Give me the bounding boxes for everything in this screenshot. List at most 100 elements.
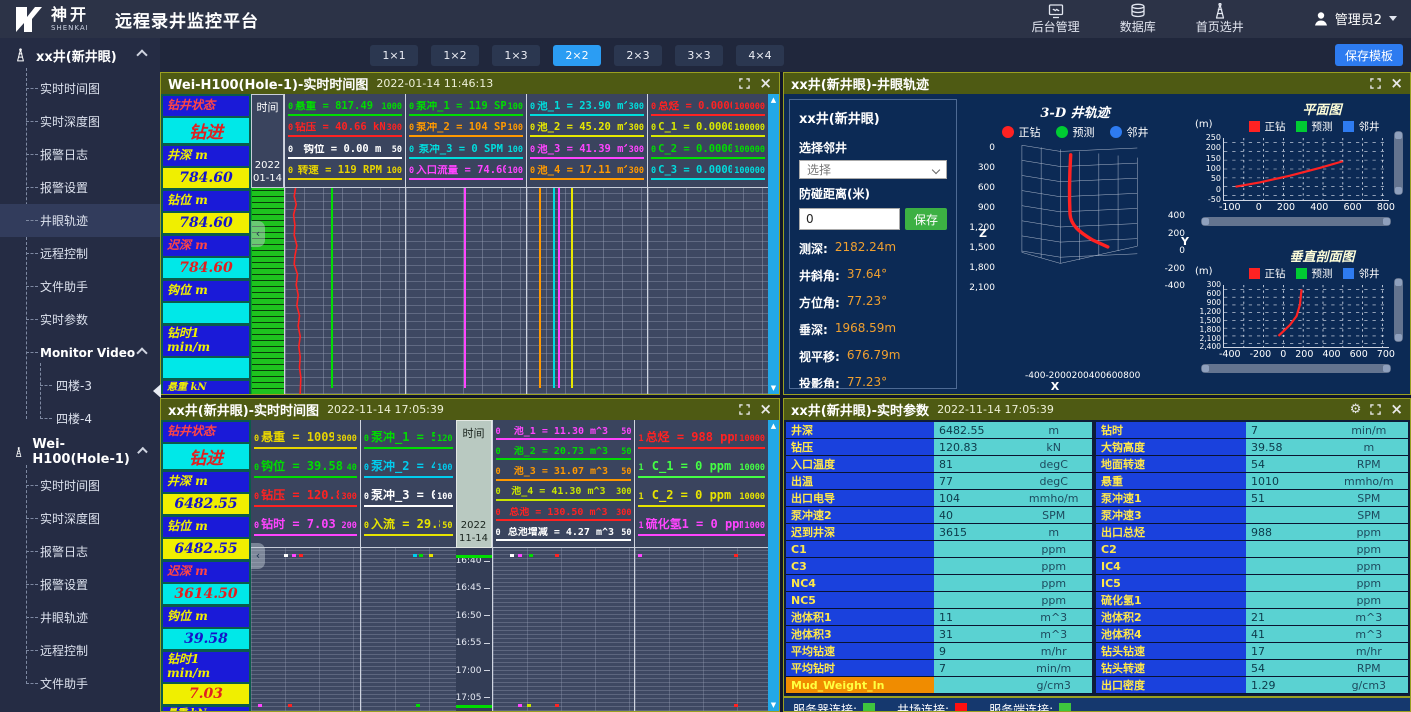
sidebar-subitem[interactable]: 四楼-4 xyxy=(0,402,160,435)
param-name-cell: 大钩高度 xyxy=(1096,439,1246,456)
layout-button[interactable]: 1×1 xyxy=(370,45,418,66)
sidebar-subitems: 四楼-3 四楼-4 xyxy=(0,369,160,435)
trajectory-info: xx井(新井眼) 选择邻井 选择 防碰距离(米) 0 保存 测深:2 xyxy=(789,99,957,389)
data-dot xyxy=(518,554,522,557)
scroll-down-icon[interactable]: ▼ xyxy=(771,384,776,392)
expand-icon[interactable] xyxy=(1370,404,1381,415)
sidebar-item[interactable]: 报警日志 xyxy=(0,138,160,171)
sidebar-item[interactable]: 报警设置 xyxy=(0,568,160,601)
chart-legend: 正钻 预测 邻井 xyxy=(1193,266,1405,281)
sidebar-item-label: 实时时间图 xyxy=(40,80,100,97)
param-value-cell: 39.58m xyxy=(1246,439,1408,456)
nav-well-select[interactable]: 首页选井 xyxy=(1196,3,1244,34)
curve-track-pits: 0池_1 = 23.90 m^3300 0池_2 = 45.20 m^3300 … xyxy=(526,94,647,394)
param-label: 迟深 m xyxy=(163,236,249,256)
sidebar-item[interactable]: 井眼轨迹 xyxy=(0,601,160,634)
nav-database[interactable]: 数据库 xyxy=(1120,3,1156,34)
curve-track-header: 0泵冲_1 = 119 SPM100 0泵冲_2 = 104 SPM100 0泵… xyxy=(406,94,526,188)
param-label: 井深 m xyxy=(163,472,249,492)
param-label: 钻位 m xyxy=(163,191,249,211)
tick-label: 250 xyxy=(1206,134,1221,142)
shenkai-logo-icon xyxy=(14,6,44,33)
sidebar-item[interactable]: 实时时间图 xyxy=(0,72,160,105)
neighbor-well-select[interactable]: 选择 xyxy=(799,160,947,179)
gear-icon[interactable]: ⚙ xyxy=(1350,403,1362,416)
data-dot xyxy=(292,554,296,557)
layout-button[interactable]: 1×3 xyxy=(492,45,540,66)
curve-header: 0池_1 = 23.90 m^3300 xyxy=(530,101,644,116)
horizontal-scrollbar[interactable] xyxy=(1201,364,1391,373)
sidebar-item[interactable]: 实时深度图 xyxy=(0,105,160,138)
scroll-down-icon[interactable]: ▼ xyxy=(771,701,776,709)
curve-track-gas: 1总烃 = 988 ppm10000 1C_1 = 0 ppm10000 1C_… xyxy=(634,420,768,711)
sidebar-group-header[interactable]: Wei-H100(Hole-1) xyxy=(0,435,160,469)
vertical-scrollbar[interactable] xyxy=(1394,131,1403,195)
horizontal-scrollbar[interactable] xyxy=(1201,217,1391,226)
sidebar-item[interactable]: 井眼轨迹 xyxy=(0,204,160,237)
sidebar-item[interactable]: 报警日志 xyxy=(0,535,160,568)
tick-label: 600 xyxy=(1350,349,1368,360)
connection-status: 服务器连接: xyxy=(793,701,875,712)
sidebar-group-header[interactable]: xx井(新井眼) xyxy=(0,38,160,72)
param-value-cell: 17m/hr xyxy=(1246,643,1408,660)
chart-scrollbar[interactable]: ▲▼ xyxy=(768,94,779,394)
scroll-up-icon[interactable]: ▲ xyxy=(771,96,776,104)
close-icon[interactable]: × xyxy=(759,76,772,91)
tick-label: 600 xyxy=(1344,202,1362,213)
sidebar-item[interactable]: 实时深度图 xyxy=(0,502,160,535)
data-dot xyxy=(258,704,262,707)
connection-status-bar: 服务器连接: 井场连接: 服务端连接: xyxy=(784,696,1410,712)
param-label: 钻时1min/m xyxy=(163,326,249,356)
sidebar-item[interactable]: 实时时间图 xyxy=(0,469,160,502)
z-axis-ticks: 03006009001,2001,5001,8002,100 xyxy=(965,143,995,293)
vertical-scrollbar[interactable] xyxy=(1394,278,1403,342)
param-name-cell: 泵冲速1 xyxy=(1096,490,1246,507)
curve-header: 0钻时 = 7.03 min/m200 xyxy=(254,518,357,536)
layout-button[interactable]: 2×3 xyxy=(614,45,662,66)
close-icon[interactable]: × xyxy=(1390,402,1403,417)
param-box: 迟深 m 784.60 xyxy=(163,236,249,278)
save-distance-button[interactable]: 保存 xyxy=(905,208,947,230)
curve-plot xyxy=(635,548,768,711)
user-menu[interactable]: 管理员2 xyxy=(1312,9,1397,28)
layout-button[interactable]: 2×2 xyxy=(553,45,601,66)
layout-button[interactable]: 1×2 xyxy=(431,45,479,66)
curve-header: 0泵冲_3 = 0 SPM100 xyxy=(409,144,523,159)
curve-header: 0C_1 = 0.0000100000 xyxy=(651,122,765,137)
layout-button[interactable]: 4×4 xyxy=(736,45,784,66)
layout-button[interactable]: 3×3 xyxy=(675,45,723,66)
param-name-cell: 池体积4 xyxy=(1096,626,1246,643)
curve-header: 1总烃 = 988 ppm10000 xyxy=(638,431,765,449)
collapse-tab[interactable]: ‹ xyxy=(251,543,265,569)
scroll-up-icon[interactable]: ▲ xyxy=(771,422,776,430)
sidebar-item[interactable]: 远程控制 xyxy=(0,237,160,270)
close-icon[interactable]: × xyxy=(759,402,772,417)
sidebar-item[interactable]: 远程控制 xyxy=(0,634,160,667)
hookload-curve xyxy=(331,188,333,388)
z-axis-label: Z xyxy=(979,227,987,240)
param-name-cell: 出口密度 xyxy=(1096,677,1246,694)
tick-label: 900 xyxy=(1207,299,1221,307)
param-value: 7.03 xyxy=(163,684,249,704)
sidebar-item[interactable]: 文件助手 xyxy=(0,270,160,303)
collision-distance-input[interactable]: 0 xyxy=(799,208,900,230)
curve-track-header: 0悬重 = 1009.7 kN3000 0钩位 = 39.58 m40 0钻压 … xyxy=(251,420,360,548)
sidebar-collapse-handle[interactable] xyxy=(153,384,161,398)
tick-label: 0 xyxy=(1280,349,1286,360)
sidebar-subitem[interactable]: 四楼-3 xyxy=(0,369,160,402)
save-template-button[interactable]: 保存模板 xyxy=(1335,44,1403,66)
sidebar-item[interactable]: Monitor Video xyxy=(0,336,160,369)
param-value: 6482.55 xyxy=(163,539,249,559)
sidebar-item[interactable]: 报警设置 xyxy=(0,171,160,204)
sidebar-item[interactable]: 实时参数 xyxy=(0,303,160,336)
expand-icon[interactable] xyxy=(739,78,750,89)
collapse-tab[interactable]: ‹ xyxy=(251,221,265,247)
chart-scrollbar[interactable]: ▲▼ xyxy=(768,420,779,711)
panel-realtime-params: xx井(新井眼)-实时参数 2022-11-14 17:05:39 ⚙ × 井深 xyxy=(783,398,1411,712)
sidebar-item[interactable]: 文件助手 xyxy=(0,667,160,700)
nav-backend-admin[interactable]: 后台管理 xyxy=(1032,3,1080,34)
close-icon[interactable]: × xyxy=(1390,76,1403,91)
curve-plot xyxy=(251,548,360,711)
expand-icon[interactable] xyxy=(739,404,750,415)
expand-icon[interactable] xyxy=(1370,78,1381,89)
